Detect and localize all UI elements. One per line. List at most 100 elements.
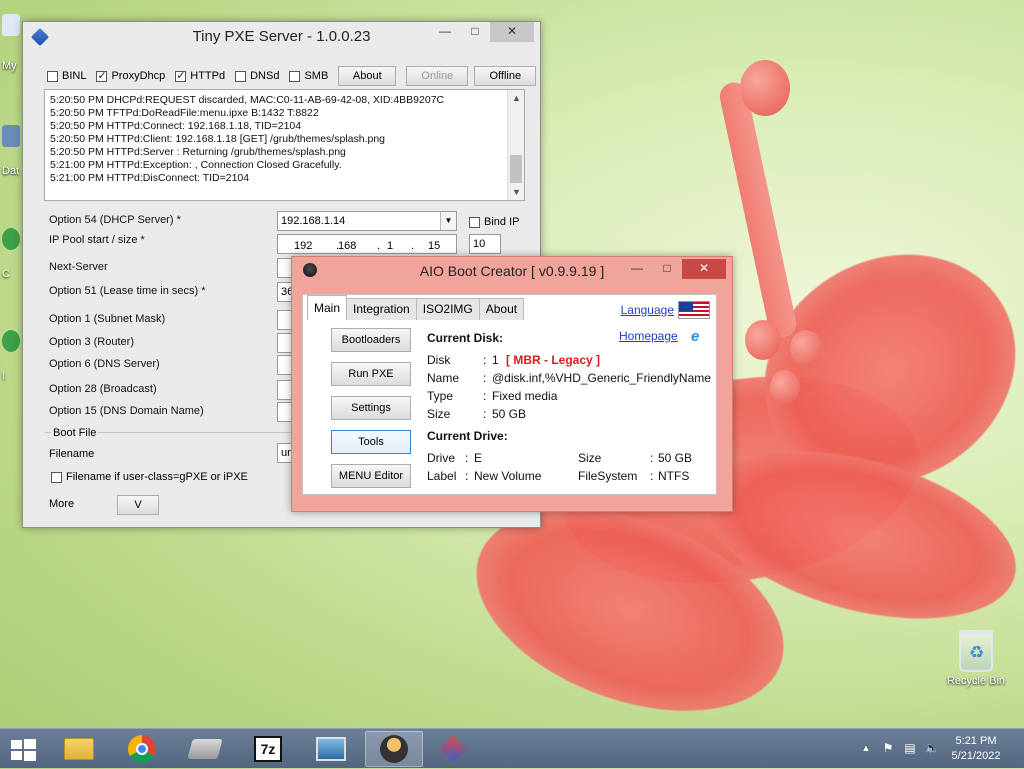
aio-window-title: AIO Boot Creator [ v0.9.9.19 ] [419,263,605,279]
homepage-link[interactable]: Homepage [619,329,678,343]
taskbar-chrome[interactable] [113,731,171,767]
binl-checkbox[interactable]: BINL [47,70,86,82]
checkbox-box [469,216,480,228]
clock-date: 5/21/2022 [951,750,1001,762]
language-link[interactable]: Language [621,301,710,319]
pxe-app-icon [30,27,50,47]
opt54-label: Option 54 (DHCP Server) * [49,214,181,226]
online-button[interactable]: Online [406,66,469,86]
menu-editor-button[interactable]: MENU Editor [331,464,411,488]
taskbar-tiny-pxe-server[interactable] [424,731,482,767]
network-icon[interactable]: ▤ [902,741,918,756]
ip-pool-start-input[interactable]: 192 . 168 . 1 . 15 [277,234,457,254]
opt3-label: Option 3 (Router) [49,336,134,348]
checkbox-box [235,70,247,82]
log-scrollbar[interactable]: ▲ ▼ [507,90,524,200]
taskbar-7zip[interactable]: 7z [239,731,297,767]
close-button[interactable]: ✕ [682,259,726,279]
ip-octet: 15 [428,240,441,252]
filename-label: Filename [49,448,95,460]
userclass-label: Filename if user-class=gPXE or iPXE [66,471,248,483]
checkbox-box [175,69,187,82]
checkbox-box [96,69,108,82]
log-line: 5:20:50 PM HTTPd:Client: 192.168.1.18 [G… [50,133,386,145]
tools-button[interactable]: Tools [331,430,411,454]
offline-button[interactable]: Offline [474,66,537,86]
volume-label-colon: : [465,469,469,483]
close-button[interactable]: ✕ [490,22,534,42]
hard-drive-icon [187,739,223,759]
filesystem-colon: : [650,469,654,483]
maximize-button[interactable]: □ [652,259,682,279]
proxydhcp-checkbox[interactable]: ProxyDhcp [96,69,165,82]
language-label: Language [620,303,674,317]
settings-button[interactable]: Settings [331,396,411,420]
about-button[interactable]: About [338,66,397,86]
drive-value: E [474,451,483,465]
httpd-checkbox[interactable]: HTTPd [175,69,225,82]
pxe-toolbar: BINL ProxyDhcp HTTPd DNSd SMB About Onli… [47,66,537,86]
taskbar-hard-drive-tool[interactable] [176,731,234,767]
aio-tab-strip: Main Integration ISO2IMG About [307,295,525,320]
action-center-flag-icon[interactable]: ⚑ [880,741,896,756]
show-hidden-icons-chevron-up-icon[interactable]: ▲ [858,741,874,756]
opt15-label: Option 15 (DNS Domain Name) [49,405,204,417]
pxe-titlebar[interactable]: Tiny PXE Server - 1.0.0.23 — □ ✕ [23,22,540,52]
checkbox-box [289,70,301,82]
desktop-left-icons: My Dat C I [0,0,22,420]
run-pxe-button[interactable]: Run PXE [331,362,411,386]
smb-checkbox[interactable]: SMB [289,70,328,82]
aio-boot-creator-window: AIO Boot Creator [ v0.9.9.19 ] — □ ✕ Boo… [291,256,733,512]
type-value: Fixed media [492,389,558,403]
scroll-up-icon[interactable]: ▲ [508,90,524,106]
maximize-button[interactable]: □ [460,22,490,42]
chevron-down-icon: ▼ [440,212,456,230]
log-line: 5:20:50 PM HTTPd:Server : Returning /gru… [50,146,346,158]
smb-label: SMB [304,70,329,82]
taskbar-clock[interactable]: 5:21 PM 5/21/2022 [936,734,1016,764]
log-listbox[interactable]: 5:20:50 PM DHCPd:REQUEST discarded, MAC:… [44,89,525,201]
ip-dot: . [411,240,415,252]
ip-pool-size-input[interactable]: 10 [469,234,501,254]
opt54-value: 192.168.1.14 [281,215,346,227]
name-label: Name [427,371,460,385]
taskbar-aio-boot-creator[interactable] [365,731,423,767]
aio-titlebar[interactable]: AIO Boot Creator [ v0.9.9.19 ] — □ ✕ [292,257,732,285]
type-label: Type [427,389,454,403]
current-disk-heading: Current Disk: [427,331,504,345]
disk-size-label: Size [427,407,451,421]
bind-ip-checkbox[interactable]: Bind IP [469,216,519,228]
ip-pool-label: IP Pool start / size * [49,234,145,246]
tab-main[interactable]: Main [307,295,348,320]
desktop-icon-label: Dat [2,165,20,177]
log-line: 5:21:00 PM HTTPd:Exception: , Connection… [50,159,342,171]
scroll-thumb[interactable] [510,155,522,183]
taskbar-file-explorer[interactable] [50,731,108,767]
userclass-checkbox[interactable]: Filename if user-class=gPXE or iPXE [51,471,248,483]
more-toggle-button[interactable]: V [117,495,159,515]
desktop-icon-label: My [2,60,17,72]
scroll-down-icon[interactable]: ▼ [508,184,524,200]
volume-label-label: Label [427,469,457,483]
tab-about[interactable]: About [478,298,525,320]
tab-integration[interactable]: Integration [346,298,417,320]
log-line: 5:21:00 PM HTTPd:DisConnect: TID=2104 [50,172,250,184]
disk-label: Disk [427,353,451,367]
name-value: @disk.inf,%VHD_Generic_FriendlyName [492,371,711,385]
ip-octet: 168 [338,240,357,252]
taskbar-image-viewer[interactable] [302,731,360,767]
opt54-dropdown[interactable]: 192.168.1.14 ▼ [277,211,457,231]
start-button[interactable] [8,737,38,763]
minimize-button[interactable]: — [430,22,460,42]
dnsd-checkbox[interactable]: DNSd [235,70,279,82]
minimize-button[interactable]: — [622,259,652,279]
opt51-label: Option 51 (Lease time in secs) * [49,285,206,297]
drive-size-colon: : [650,451,654,465]
disk-colon: : [483,353,487,367]
bootloaders-button[interactable]: Bootloaders [331,328,411,352]
recycle-bin[interactable]: Recycle Bin [940,630,1012,687]
tab-iso2img[interactable]: ISO2IMG [415,298,480,320]
pxe-window-title: Tiny PXE Server - 1.0.0.23 [192,28,371,45]
windows-logo-icon [11,751,22,760]
log-line: 5:20:50 PM HTTPd:Connect: 192.168.1.18, … [50,120,302,132]
